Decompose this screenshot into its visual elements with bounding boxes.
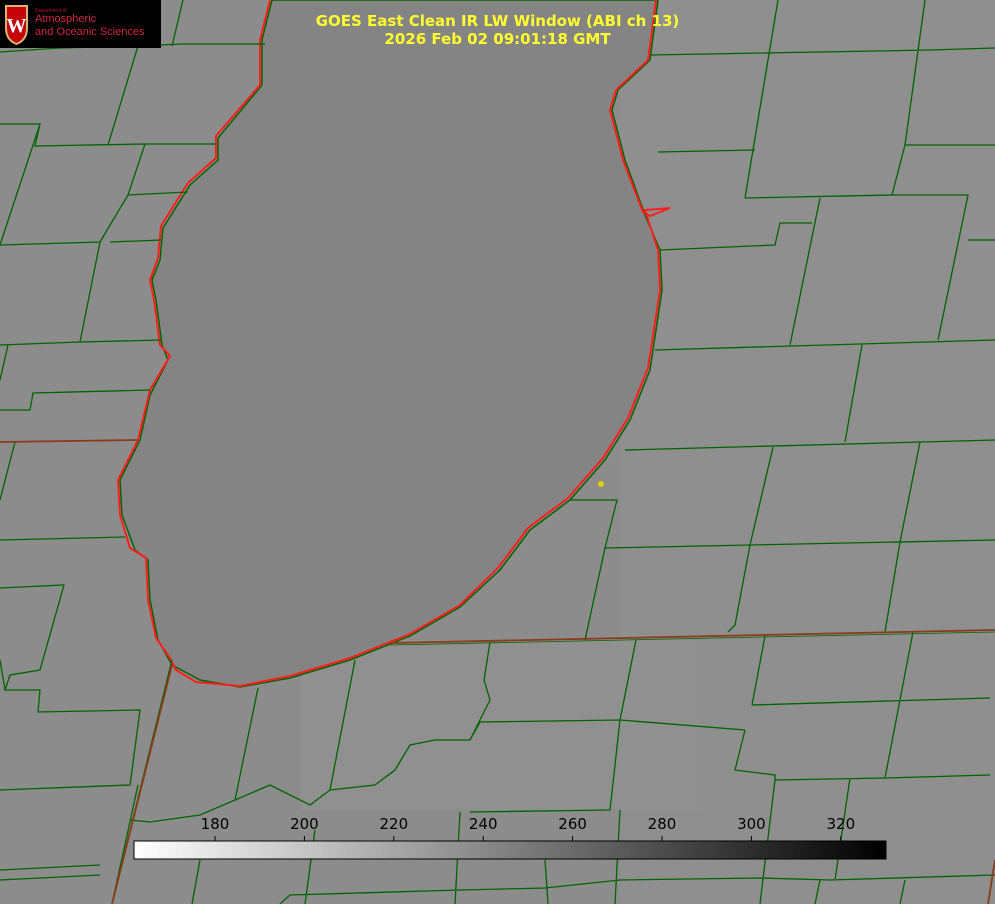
title-line2: 2026 Feb 02 09:01:18 GMT (384, 30, 611, 48)
land-shade-south (300, 640, 700, 810)
colorbar-tick-label: 240 (468, 815, 498, 833)
colorbar-tick-label: 320 (826, 815, 856, 833)
colorbar-tick-label: 200 (290, 815, 319, 833)
colorbar-tick-label: 280 (647, 815, 677, 833)
colorbar-tick-label: 260 (558, 815, 587, 833)
colorbar-tick-label: 180 (200, 815, 230, 833)
colorbar-tick-label: 220 (379, 815, 409, 833)
colorbar-tick-label: 300 (737, 815, 766, 833)
image-title: GOES East Clean IR LW Window (ABI ch 13)… (0, 12, 995, 48)
satellite-map[interactable] (0, 0, 995, 904)
title-line1: GOES East Clean IR LW Window (ABI ch 13) (315, 12, 680, 30)
location-marker (598, 481, 604, 487)
